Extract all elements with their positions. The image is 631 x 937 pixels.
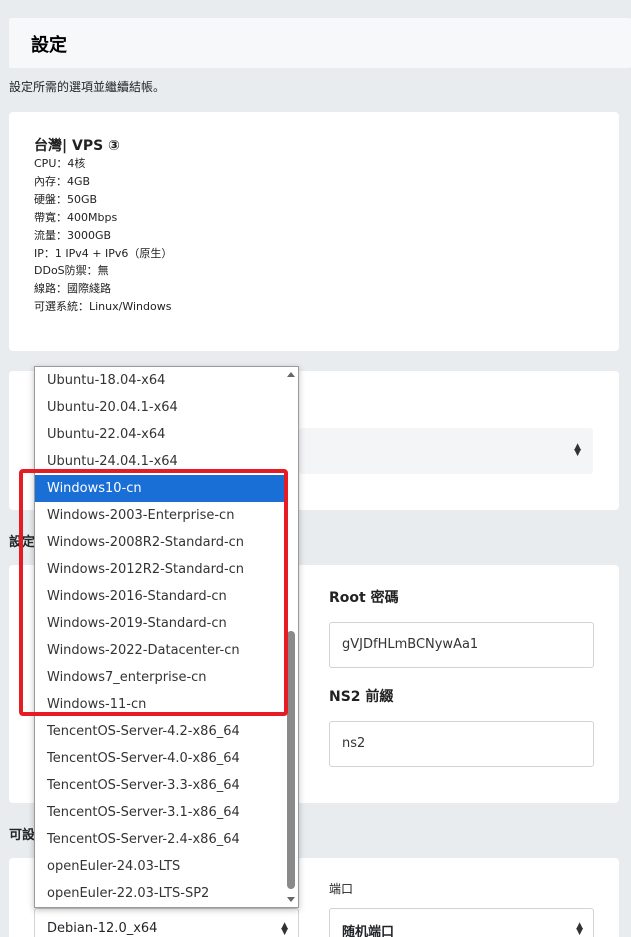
ns2-prefix-label: NS2 前綴	[329, 689, 394, 705]
spec-disk: 硬盤：50GB	[34, 192, 98, 206]
dropdown-option[interactable]: openEuler-22.03-LTS-SP2	[35, 880, 285, 907]
spec-ddos: DDoS防禦：無	[34, 264, 109, 278]
dropdown-option[interactable]: TencentOS-Server-3.3-x86_64	[35, 772, 285, 799]
root-password-label: Root 密碼	[329, 590, 399, 606]
dropdown-option[interactable]: Ubuntu-20.04.1-x64	[35, 394, 285, 421]
product-specs: CPU：4核 內存：4GB 硬盤：50GB 帶寬：400Mbps 流量：3000…	[34, 155, 172, 316]
root-password-input[interactable]: gVJDfHLmBCNywAa1	[329, 622, 594, 668]
page-header: 設定	[9, 18, 631, 68]
dropdown-option[interactable]: TencentOS-Server-4.2-x86_64	[35, 718, 285, 745]
spec-os: 可選系統：Linux/Windows	[34, 300, 172, 314]
spec-route: 線路：國際綫路	[34, 282, 111, 296]
page-title: 設定	[31, 35, 67, 56]
dropdown-option[interactable]: TencentOS-Server-3.1-x86_64	[35, 799, 285, 826]
ns2-prefix-input[interactable]: ns2	[329, 721, 594, 767]
spec-ip: IP：1 IPv4 + IPv6（原生）	[34, 246, 173, 260]
dropdown-option[interactable]: Ubuntu-22.04-x64	[35, 421, 285, 448]
dropdown-option[interactable]: Ubuntu-18.04-x64	[35, 367, 285, 394]
port-select-value: 随机端口	[342, 925, 395, 937]
spec-bandwidth: 帶寬：400Mbps	[34, 210, 118, 224]
os-select[interactable]: Debian-12.0_x64 ▲ ▼	[34, 908, 299, 937]
product-card: 台灣| VPS ③ CPU：4核 內存：4GB 硬盤：50GB 帶寬：400Mb…	[9, 112, 619, 351]
dropdown-option[interactable]: TencentOS-Server-4.0-x86_64	[35, 745, 285, 772]
spec-memory: 內存：4GB	[34, 174, 91, 188]
options-section-label: 可設	[9, 828, 35, 843]
select-arrows-icon: ▲ ▼	[574, 442, 581, 458]
spec-cpu: CPU：4核	[34, 157, 86, 170]
product-name: 台灣| VPS ③	[34, 138, 120, 154]
os-select-arrows-icon: ▲ ▼	[281, 921, 288, 937]
scroll-down-icon[interactable]	[287, 897, 295, 902]
port-select[interactable]: 随机端口 ▲ ▼	[329, 908, 594, 937]
scrollbar-thumb[interactable]	[287, 631, 295, 889]
windows-highlight-box	[19, 469, 288, 716]
spec-traffic: 流量：3000GB	[34, 228, 112, 242]
os-select-value: Debian-12.0_x64	[47, 921, 158, 936]
port-select-arrows-icon: ▲ ▼	[576, 921, 583, 937]
intro-text: 設定所需的選項並繼續結帳。	[9, 80, 166, 94]
dropdown-option[interactable]: openEuler-24.03-LTS	[35, 853, 285, 880]
secondary-select[interactable]: ▲ ▼	[299, 428, 593, 474]
scroll-up-icon[interactable]	[287, 372, 295, 377]
dropdown-option[interactable]: TencentOS-Server-2.4-x86_64	[35, 826, 285, 853]
port-label: 端口	[329, 882, 354, 896]
